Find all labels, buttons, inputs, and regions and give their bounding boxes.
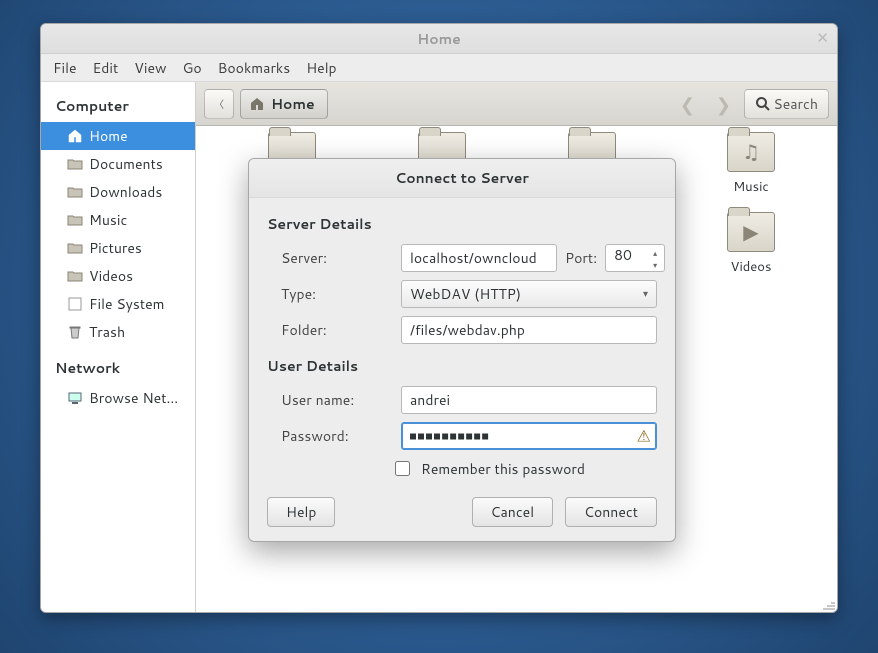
cancel-button-label: Cancel [491,502,535,522]
remember-password-checkbox[interactable] [395,461,410,476]
sidebar-section-network: Network [41,354,195,384]
back-button[interactable]: 〈 [204,89,234,119]
sidebar-item-downloads[interactable]: Downloads [41,178,195,206]
path-chip-home[interactable]: Home [240,89,328,119]
section-user-details: User Details [267,348,657,382]
port-spinbutton[interactable]: 80 ▴▾ [605,244,665,272]
sidebar-item-label: Downloads [89,182,162,202]
port-value: 80 [614,245,632,265]
remember-password-label: Remember this password [421,459,585,479]
titlebar[interactable]: Home ✕ [41,24,837,54]
connect-button-label: Connect [584,502,638,522]
chevron-down-icon[interactable]: ▾ [648,259,662,271]
trash-icon [67,324,83,340]
type-value: WebDAV (HTTP) [410,284,521,304]
dialog-title: Connect to Server [249,159,675,198]
menu-bookmarks[interactable]: Bookmarks [218,58,291,78]
folder-item-music[interactable]: ♫ Music [711,132,791,196]
connect-button[interactable]: Connect [565,497,657,527]
toolbar: 〈 Home ❮ ❯ Search [196,82,837,126]
sidebar-item-pictures[interactable]: Pictures [41,234,195,262]
music-icon: ♫ [728,133,774,171]
sidebar-item-label: Music [89,210,127,230]
folder-icon [67,156,83,172]
connect-to-server-dialog: Connect to Server Server Details Server:… [248,158,676,542]
sidebar-item-label: Trash [89,322,125,342]
server-label: Server: [281,248,391,268]
section-server-details: Server Details [267,206,657,240]
folder-icon [67,268,83,284]
sidebar-item-browse-network[interactable]: Browse Net... [41,384,195,412]
sidebar-item-label: Home [89,126,128,146]
window-close-icon[interactable]: ✕ [816,30,829,45]
username-input[interactable] [401,386,657,414]
password-input[interactable] [401,422,657,450]
warning-icon: ⚠ [637,425,651,448]
sidebar-item-home[interactable]: Home [41,122,195,150]
sidebar-item-music[interactable]: Music [41,206,195,234]
sidebar-item-videos[interactable]: Videos [41,262,195,290]
folder-item-videos[interactable]: ▶ Videos [711,212,791,276]
network-icon [67,390,83,406]
sidebar-item-trash[interactable]: Trash [41,318,195,346]
menu-view[interactable]: View [134,58,166,78]
folder-icon [67,240,83,256]
path-chip-label: Home [271,94,315,114]
folder-icon [67,212,83,228]
help-button[interactable]: Help [267,497,335,527]
search-button[interactable]: Search [744,89,829,119]
chevron-left-icon: 〈 [214,96,224,112]
menu-file[interactable]: File [53,58,77,78]
password-label: Password: [281,426,391,446]
port-label: Port: [565,248,597,268]
sidebar-section-computer: Computer [41,92,195,122]
folder-input[interactable] [401,316,657,344]
sidebar: Computer Home Documents Downloads Music [41,82,196,612]
folder-label: Folder: [281,320,391,340]
menu-go[interactable]: Go [183,58,202,78]
folder-label: Videos [711,258,791,276]
type-combobox[interactable]: WebDAV (HTTP) ▾ [401,280,657,308]
sidebar-item-label: Browse Net... [89,388,178,408]
sidebar-item-label: Videos [89,266,133,286]
search-button-label: Search [773,94,818,114]
search-icon [755,96,771,112]
help-button-label: Help [286,502,316,522]
sidebar-item-filesystem[interactable]: File System [41,290,195,318]
home-icon [249,96,265,112]
type-label: Type: [281,284,391,304]
sidebar-item-documents[interactable]: Documents [41,150,195,178]
nav-forward-button[interactable]: ❯ [708,89,738,119]
sidebar-item-label: Pictures [89,238,142,258]
username-label: User name: [281,390,391,410]
nav-back-button[interactable]: ❮ [672,89,702,119]
menu-edit[interactable]: Edit [93,58,119,78]
folder-label: Music [711,178,791,196]
home-icon [67,128,83,144]
cancel-button[interactable]: Cancel [472,497,554,527]
drive-icon [67,296,83,312]
sidebar-item-label: File System [89,294,165,314]
server-input[interactable] [401,244,557,272]
folder-icon [67,184,83,200]
sidebar-item-label: Documents [89,154,163,174]
video-icon: ▶ [728,213,774,251]
menubar: File Edit View Go Bookmarks Help [41,54,837,82]
chevron-up-icon[interactable]: ▴ [648,247,662,259]
resize-grip-icon[interactable] [823,602,835,610]
menu-help[interactable]: Help [306,58,336,78]
window-title: Home [417,29,461,49]
chevron-down-icon: ▾ [643,287,648,301]
